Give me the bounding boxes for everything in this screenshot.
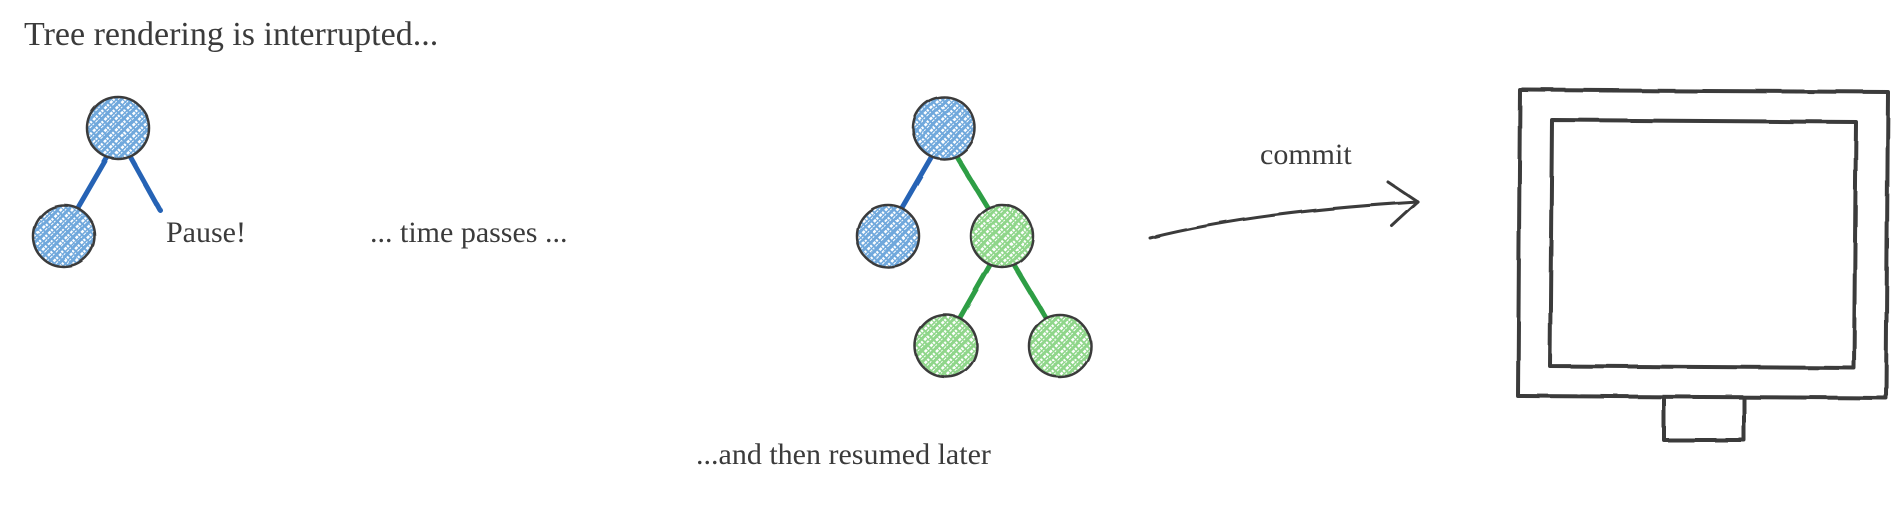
tree-right-right-node xyxy=(971,205,1033,267)
tree-right-grandchild-right-node xyxy=(1029,315,1091,377)
tree-left-root-node xyxy=(87,97,149,159)
tree-left-child-node xyxy=(33,205,95,267)
monitor-icon xyxy=(1518,90,1888,440)
commit-arrow-icon xyxy=(1150,182,1418,238)
tree-right-grandchild-left-node xyxy=(915,315,977,377)
tree-left xyxy=(33,97,160,267)
tree-right-root-node xyxy=(913,97,975,159)
tree-right xyxy=(857,97,1091,377)
diagram-svg xyxy=(0,0,1902,516)
tree-right-left-node xyxy=(857,205,919,267)
